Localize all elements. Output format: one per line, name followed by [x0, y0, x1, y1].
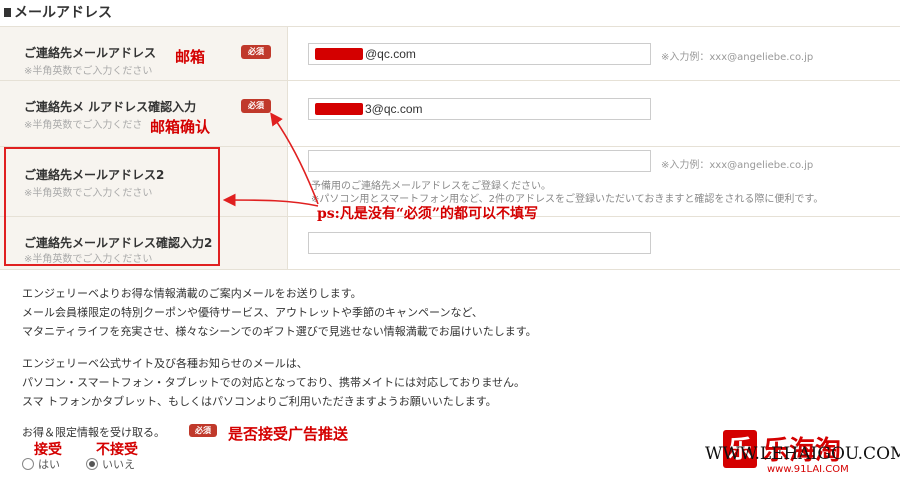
watermark-url: WWW.LEHAIGOU.COM: [705, 444, 900, 464]
radio-yes[interactable]: はい: [22, 456, 60, 472]
radio-label: はい: [38, 458, 60, 471]
radio-button-selected[interactable]: [86, 458, 98, 470]
annotation-confirm: 邮箱确认: [150, 118, 211, 136]
info-paragraph-1: エンジェリーベよりお得な情報満載のご案内メールをお送りします。 メール会員様限定…: [22, 284, 537, 341]
required-badge: 必須: [241, 99, 271, 113]
redaction-mark: [315, 48, 363, 60]
field-hint: ※半角英数でご入力くださ: [24, 120, 143, 131]
watermark-url2: www.91LAI.COM: [767, 464, 849, 475]
form-row-email: ご連絡先メールアドレス ※半角英数でご入力ください 必須 @qc.com ※入力…: [0, 26, 900, 81]
redaction-mark: [315, 103, 363, 115]
info-line: メール会員様限定の特別クーポンや優待サービス、アウトレットや季節のキャンペーンな…: [22, 306, 483, 319]
email-input[interactable]: @qc.com: [308, 43, 651, 65]
input-example: ※入力例：xxx@angeliebe.co.jp: [661, 52, 814, 63]
optin-label: お得＆限定情報を受け取る。: [22, 426, 165, 439]
square-bullet-icon: [4, 8, 11, 17]
section-title-text: メールアドレス: [14, 5, 112, 21]
required-badge: 必須: [241, 45, 271, 59]
input-example: ※入力例：xxx@angeliebe.co.jp: [661, 160, 814, 171]
radio-label: いいえ: [102, 458, 135, 471]
field-label: ご連絡先メ ルアドレス確認入力: [24, 100, 197, 114]
required-badge: 必須: [189, 424, 217, 437]
field-label: ご連絡先メールアドレス: [24, 46, 157, 60]
form-row-email-confirm: ご連絡先メ ルアドレス確認入力 ※半角英数でご入力くださ 必須 3@qc.com: [0, 80, 900, 147]
email-value: @qc.com: [365, 47, 416, 61]
section-title: メールアドレス: [4, 2, 112, 22]
annotation-box: [4, 147, 220, 266]
info-line: エンジェリーベよりお得な情報満載のご案内メールをお送りします。: [22, 287, 362, 300]
radio-no[interactable]: いいえ: [86, 456, 135, 472]
info-line: パソコン・スマートフォン・タブレットでの対応となっており、携帯メイトには対応して…: [22, 376, 526, 389]
info-line: スマ トフォンかタブレット、もしくはパソコンよりご利用いただきますようお願いいた…: [22, 395, 497, 408]
email-confirm-value: 3@qc.com: [365, 102, 423, 116]
annotation-ad: 是否接受广告推送: [228, 425, 349, 443]
email2-confirm-input[interactable]: [308, 232, 651, 254]
radio-button[interactable]: [22, 458, 34, 470]
annotation-email: 邮箱: [175, 48, 206, 66]
annotation-ps: ps:凡是没有“必须”的都可以不填写: [317, 206, 538, 222]
help-text-line1: 予備用のご連絡先メールアドレスをご登録ください。: [311, 181, 551, 192]
info-paragraph-2: エンジェリーベ公式サイト及び各種お知らせのメールは、 パソコン・スマートフォン・…: [22, 354, 525, 411]
email2-input[interactable]: [308, 150, 651, 172]
email-confirm-input[interactable]: 3@qc.com: [308, 98, 651, 120]
info-line: エンジェリーベ公式サイト及び各種お知らせのメールは、: [22, 357, 308, 370]
field-hint: ※半角英数でご入力ください: [24, 66, 153, 77]
info-line: マタニティライフを充実させ、様々なシーンでのギフト選びで見逃せない情報満載でお届…: [22, 325, 537, 338]
